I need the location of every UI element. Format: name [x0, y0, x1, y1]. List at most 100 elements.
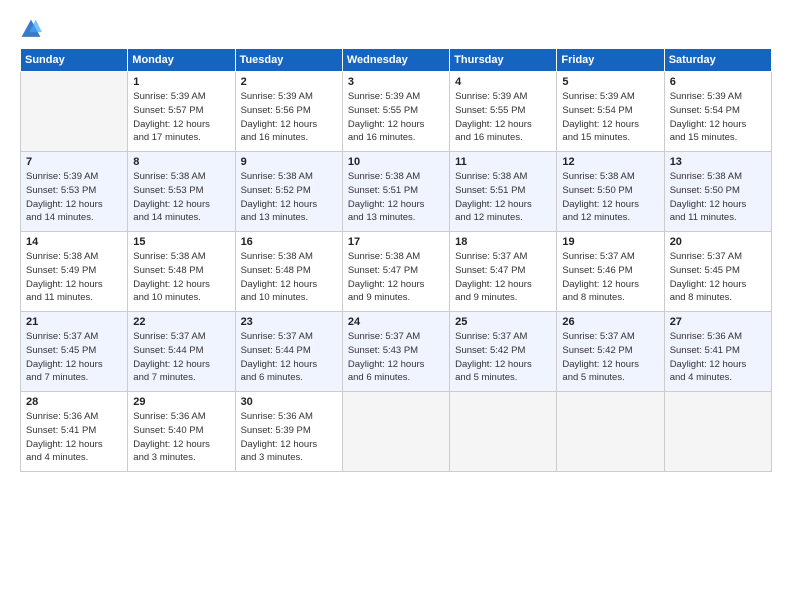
day-info: Sunrise: 5:38 AM Sunset: 5:53 PM Dayligh… [133, 170, 229, 225]
calendar-cell: 25 Sunrise: 5:37 AM Sunset: 5:42 PM Dayli… [450, 312, 557, 392]
day-info: Sunrise: 5:37 AM Sunset: 5:45 PM Dayligh… [26, 330, 122, 385]
day-number: 19 [562, 236, 658, 248]
day-number: 27 [670, 316, 766, 328]
calendar-cell: 26 Sunrise: 5:37 AM Sunset: 5:42 PM Dayli… [557, 312, 664, 392]
day-number: 15 [133, 236, 229, 248]
calendar-week-row: 28 Sunrise: 5:36 AM Sunset: 5:41 PM Dayli… [21, 392, 772, 472]
day-info: Sunrise: 5:37 AM Sunset: 5:45 PM Dayligh… [670, 250, 766, 305]
calendar-cell: 5 Sunrise: 5:39 AM Sunset: 5:54 PM Daylig… [557, 72, 664, 152]
day-number: 5 [562, 76, 658, 88]
day-info: Sunrise: 5:38 AM Sunset: 5:52 PM Dayligh… [241, 170, 337, 225]
day-number: 6 [670, 76, 766, 88]
calendar-cell [342, 392, 449, 472]
calendar-cell: 6 Sunrise: 5:39 AM Sunset: 5:54 PM Daylig… [664, 72, 771, 152]
weekday-header: Wednesday [342, 49, 449, 72]
calendar-cell [557, 392, 664, 472]
day-info: Sunrise: 5:37 AM Sunset: 5:43 PM Dayligh… [348, 330, 444, 385]
weekday-header: Tuesday [235, 49, 342, 72]
day-info: Sunrise: 5:36 AM Sunset: 5:40 PM Dayligh… [133, 410, 229, 465]
calendar-header-row: SundayMondayTuesdayWednesdayThursdayFrid… [21, 49, 772, 72]
day-number: 13 [670, 156, 766, 168]
calendar-cell: 13 Sunrise: 5:38 AM Sunset: 5:50 PM Dayli… [664, 152, 771, 232]
calendar-week-row: 14Sunrise: 5:38 AM Sunset: 5:49 PM Dayli… [21, 232, 772, 312]
day-info: Sunrise: 5:39 AM Sunset: 5:57 PM Dayligh… [133, 90, 229, 145]
day-info: Sunrise: 5:39 AM Sunset: 5:56 PM Dayligh… [241, 90, 337, 145]
page: SundayMondayTuesdayWednesdayThursdayFrid… [0, 0, 792, 612]
day-number: 24 [348, 316, 444, 328]
day-number: 12 [562, 156, 658, 168]
day-info: Sunrise: 5:39 AM Sunset: 5:55 PM Dayligh… [348, 90, 444, 145]
calendar-cell: 19Sunrise: 5:37 AM Sunset: 5:46 PM Dayli… [557, 232, 664, 312]
day-number: 26 [562, 316, 658, 328]
calendar-cell: 17 Sunrise: 5:38 AM Sunset: 5:47 PM Dayli… [342, 232, 449, 312]
day-number: 8 [133, 156, 229, 168]
calendar-cell: 3 Sunrise: 5:39 AM Sunset: 5:55 PM Daylig… [342, 72, 449, 152]
calendar-week-row: 1 Sunrise: 5:39 AM Sunset: 5:57 PM Daylig… [21, 72, 772, 152]
calendar-cell: 10 Sunrise: 5:38 AM Sunset: 5:51 PM Dayli… [342, 152, 449, 232]
day-number: 11 [455, 156, 551, 168]
calendar-cell: 14Sunrise: 5:38 AM Sunset: 5:49 PM Dayli… [21, 232, 128, 312]
day-info: Sunrise: 5:37 AM Sunset: 5:42 PM Dayligh… [455, 330, 551, 385]
calendar-cell: 18 Sunrise: 5:37 AM Sunset: 5:47 PM Dayli… [450, 232, 557, 312]
day-info: Sunrise: 5:37 AM Sunset: 5:47 PM Dayligh… [455, 250, 551, 305]
day-number: 30 [241, 396, 337, 408]
calendar-week-row: 21 Sunrise: 5:37 AM Sunset: 5:45 PM Dayli… [21, 312, 772, 392]
calendar-cell: 1 Sunrise: 5:39 AM Sunset: 5:57 PM Daylig… [128, 72, 235, 152]
day-number: 3 [348, 76, 444, 88]
day-number: 10 [348, 156, 444, 168]
day-number: 16 [241, 236, 337, 248]
day-info: Sunrise: 5:38 AM Sunset: 5:50 PM Dayligh… [670, 170, 766, 225]
day-info: Sunrise: 5:39 AM Sunset: 5:54 PM Dayligh… [562, 90, 658, 145]
calendar-cell: 2 Sunrise: 5:39 AM Sunset: 5:56 PM Daylig… [235, 72, 342, 152]
calendar-cell: 7 Sunrise: 5:39 AM Sunset: 5:53 PM Daylig… [21, 152, 128, 232]
logo-icon [20, 18, 42, 40]
calendar-cell: 24 Sunrise: 5:37 AM Sunset: 5:43 PM Dayli… [342, 312, 449, 392]
day-info: Sunrise: 5:39 AM Sunset: 5:55 PM Dayligh… [455, 90, 551, 145]
weekday-header: Saturday [664, 49, 771, 72]
calendar-cell: 11 Sunrise: 5:38 AM Sunset: 5:51 PM Dayli… [450, 152, 557, 232]
day-number: 25 [455, 316, 551, 328]
day-info: Sunrise: 5:36 AM Sunset: 5:41 PM Dayligh… [26, 410, 122, 465]
day-number: 2 [241, 76, 337, 88]
day-number: 9 [241, 156, 337, 168]
calendar-cell: 16 Sunrise: 5:38 AM Sunset: 5:48 PM Dayli… [235, 232, 342, 312]
day-info: Sunrise: 5:37 AM Sunset: 5:42 PM Dayligh… [562, 330, 658, 385]
header-area [20, 18, 772, 40]
logo [20, 18, 46, 40]
day-number: 20 [670, 236, 766, 248]
weekday-header: Thursday [450, 49, 557, 72]
day-number: 17 [348, 236, 444, 248]
calendar-cell: 4Sunrise: 5:39 AM Sunset: 5:55 PM Daylig… [450, 72, 557, 152]
calendar-cell: 20 Sunrise: 5:37 AM Sunset: 5:45 PM Dayli… [664, 232, 771, 312]
day-info: Sunrise: 5:38 AM Sunset: 5:50 PM Dayligh… [562, 170, 658, 225]
day-info: Sunrise: 5:38 AM Sunset: 5:49 PM Dayligh… [26, 250, 122, 305]
day-number: 22 [133, 316, 229, 328]
day-info: Sunrise: 5:39 AM Sunset: 5:54 PM Dayligh… [670, 90, 766, 145]
calendar-cell: 27Sunrise: 5:36 AM Sunset: 5:41 PM Dayli… [664, 312, 771, 392]
calendar-table: SundayMondayTuesdayWednesdayThursdayFrid… [20, 48, 772, 472]
day-info: Sunrise: 5:38 AM Sunset: 5:48 PM Dayligh… [241, 250, 337, 305]
calendar-cell [664, 392, 771, 472]
day-info: Sunrise: 5:39 AM Sunset: 5:53 PM Dayligh… [26, 170, 122, 225]
day-info: Sunrise: 5:38 AM Sunset: 5:51 PM Dayligh… [348, 170, 444, 225]
day-number: 1 [133, 76, 229, 88]
day-info: Sunrise: 5:38 AM Sunset: 5:51 PM Dayligh… [455, 170, 551, 225]
calendar-cell: 29Sunrise: 5:36 AM Sunset: 5:40 PM Dayli… [128, 392, 235, 472]
calendar-cell: 22 Sunrise: 5:37 AM Sunset: 5:44 PM Dayli… [128, 312, 235, 392]
day-number: 18 [455, 236, 551, 248]
calendar-cell: 30 Sunrise: 5:36 AM Sunset: 5:39 PM Dayli… [235, 392, 342, 472]
day-number: 7 [26, 156, 122, 168]
day-info: Sunrise: 5:38 AM Sunset: 5:47 PM Dayligh… [348, 250, 444, 305]
calendar-cell: 23Sunrise: 5:37 AM Sunset: 5:44 PM Dayli… [235, 312, 342, 392]
weekday-header: Friday [557, 49, 664, 72]
weekday-header: Monday [128, 49, 235, 72]
day-info: Sunrise: 5:37 AM Sunset: 5:44 PM Dayligh… [133, 330, 229, 385]
calendar-cell: 28 Sunrise: 5:36 AM Sunset: 5:41 PM Dayli… [21, 392, 128, 472]
calendar-cell: 9 Sunrise: 5:38 AM Sunset: 5:52 PM Daylig… [235, 152, 342, 232]
day-info: Sunrise: 5:36 AM Sunset: 5:39 PM Dayligh… [241, 410, 337, 465]
day-number: 21 [26, 316, 122, 328]
calendar-cell [21, 72, 128, 152]
calendar-cell: 12 Sunrise: 5:38 AM Sunset: 5:50 PM Dayli… [557, 152, 664, 232]
day-info: Sunrise: 5:37 AM Sunset: 5:44 PM Dayligh… [241, 330, 337, 385]
day-number: 28 [26, 396, 122, 408]
